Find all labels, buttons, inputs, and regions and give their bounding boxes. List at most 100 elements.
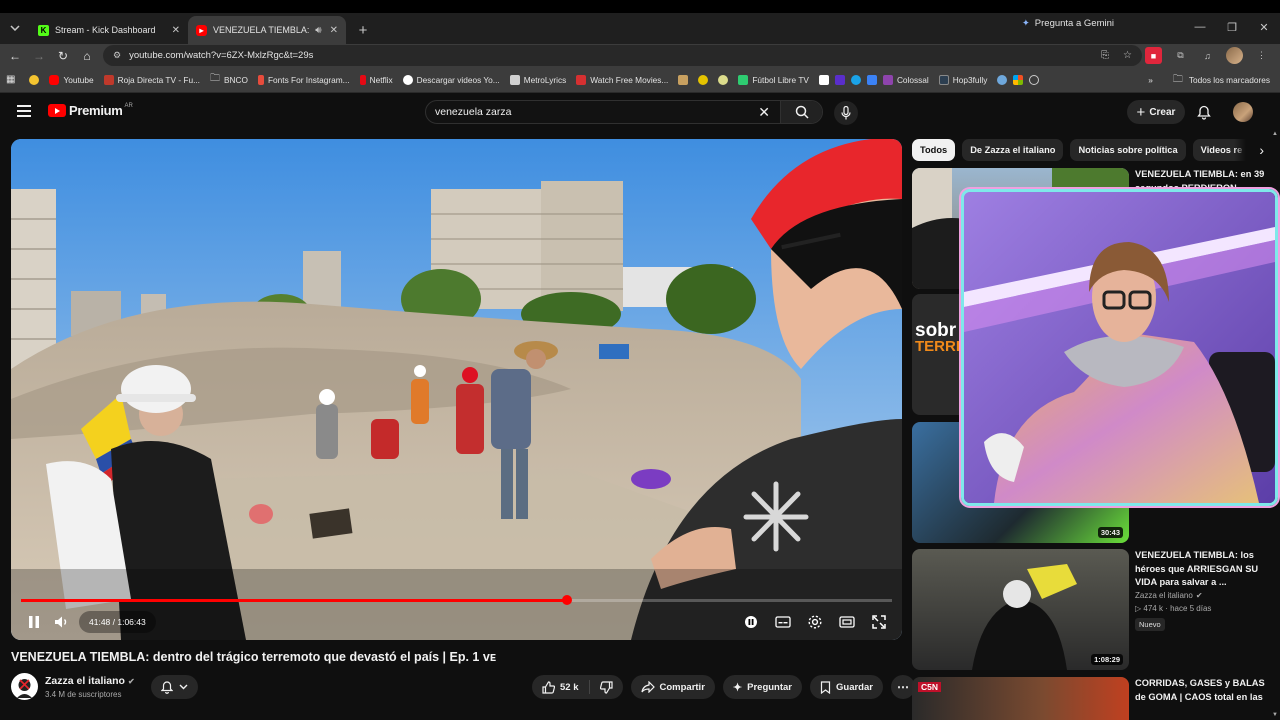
chip-channel[interactable]: De Zazza el italiano <box>962 139 1064 161</box>
thumbnail-channel-label: C5N <box>918 682 942 692</box>
close-tab-icon[interactable]: ✕ <box>330 25 338 36</box>
channel-name-link[interactable]: Zazza el italiano ✔ <box>45 675 135 687</box>
recommendation-title[interactable]: CORRIDAS, GASES y BALAS de GOMA | CAOS t… <box>1135 677 1265 704</box>
bookmark-colossal[interactable]: Colossal <box>882 74 929 85</box>
netflix-icon <box>359 74 366 85</box>
site-info-icon[interactable]: ⚙ <box>113 50 121 61</box>
like-button[interactable]: 52 k <box>532 680 590 694</box>
bookmark-icon <box>866 74 877 85</box>
recommendation-channel[interactable]: Zazza el italiano ✔ <box>1135 591 1203 600</box>
speaker-icon[interactable]: 🔊︎ <box>315 25 321 36</box>
restore-icon[interactable]: ❐ <box>1216 15 1248 39</box>
browser-tab-bar: K Stream - Kick Dashboard ✕ ▸ VENEZUELA … <box>0 13 1280 44</box>
install-app-icon[interactable]: ⎘ <box>1101 50 1109 61</box>
scroll-up-icon[interactable]: ▲ <box>1272 131 1280 139</box>
progress-bar[interactable] <box>21 595 892 605</box>
bookmark-misc-8[interactable] <box>997 74 1008 85</box>
media-controls-icon[interactable]: ♫ <box>1199 47 1216 64</box>
autoplay-toggle[interactable] <box>740 611 762 633</box>
volume-button[interactable] <box>51 611 73 633</box>
bookmark-descargar[interactable]: Descargar videos Yo... <box>402 74 500 85</box>
settings-button[interactable] <box>804 611 826 633</box>
bookmark-folder-bnco[interactable]: 🗀 BNCO <box>210 71 248 88</box>
profile-avatar-icon[interactable] <box>1226 47 1243 64</box>
close-tab-icon[interactable]: ✕ <box>172 25 180 36</box>
account-avatar[interactable] <box>1233 102 1253 122</box>
bookmark-netflix[interactable]: Netflix <box>359 74 393 85</box>
chips-next-button[interactable]: › <box>1234 139 1264 161</box>
bookmark-emoji[interactable] <box>29 74 40 85</box>
theater-mode-button[interactable] <box>836 611 858 633</box>
pause-button[interactable] <box>23 611 45 633</box>
chevron-down-icon <box>179 684 188 690</box>
close-window-icon[interactable]: ✕ <box>1248 15 1280 39</box>
bookmark-star-icon[interactable]: ☆ <box>1123 50 1132 61</box>
notifications-button[interactable] <box>1197 105 1211 125</box>
minimize-icon[interactable]: — <box>1184 15 1216 39</box>
create-button[interactable]: + Crear <box>1127 100 1185 124</box>
extension-icon[interactable]: ■ <box>1145 47 1162 64</box>
bookmark-misc-5[interactable] <box>834 74 845 85</box>
tab-search-button[interactable] <box>4 17 26 39</box>
gemini-button[interactable]: ✦ Pregunta a Gemini <box>1022 18 1114 29</box>
reload-icon[interactable]: ↻ <box>51 49 75 63</box>
url-bar[interactable]: ⚙ youtube.com/watch?v=6ZX-MxlzRgc&t=29s … <box>103 45 1142 66</box>
fullscreen-button[interactable] <box>868 611 890 633</box>
forward-icon[interactable]: → <box>27 49 51 63</box>
bookmark-misc-9[interactable] <box>1013 74 1024 85</box>
bookmark-misc-6[interactable] <box>850 74 861 85</box>
bookmark-fonts[interactable]: Fonts For Instagram... <box>257 74 350 85</box>
bookmark-misc-3[interactable] <box>718 74 729 85</box>
bookmark-youtube[interactable]: Youtube <box>49 74 94 85</box>
bookmark-misc-10[interactable] <box>1029 74 1040 85</box>
back-icon[interactable]: ← <box>3 49 27 63</box>
scroll-down-icon[interactable]: ▼ <box>1272 712 1280 720</box>
like-dislike-group: 52 k <box>532 675 623 699</box>
bookmark-futbol[interactable]: Fútbol Libre TV <box>738 74 809 85</box>
browser-tab-kick[interactable]: K Stream - Kick Dashboard ✕ <box>30 16 188 44</box>
browser-tab-youtube[interactable]: ▸ VENEZUELA TIEMBLA: dent 🔊︎ ✕ <box>188 16 346 44</box>
recommendation-title[interactable]: VENEZUELA TIEMBLA: los héroes que ARRIES… <box>1135 549 1265 590</box>
dislike-button[interactable] <box>590 680 623 694</box>
channel-name: Zazza el italiano <box>1135 591 1193 600</box>
globe-icon <box>1029 74 1040 85</box>
new-tab-button[interactable]: + <box>352 19 374 41</box>
search-input[interactable]: venezuela zarza <box>426 106 758 118</box>
recommendation-thumbnail[interactable]: C5N <box>912 677 1129 720</box>
recommendation-thumbnail[interactable]: 1:08:29 <box>912 549 1129 670</box>
bookmark-misc-2[interactable] <box>698 74 709 85</box>
scrubber-handle[interactable] <box>561 595 572 605</box>
clear-search-icon[interactable]: ✕ <box>758 104 770 121</box>
subscription-notifications-button[interactable] <box>151 675 198 699</box>
chip-all[interactable]: Todos <box>912 139 956 161</box>
youtube-premium-logo[interactable]: Premium AR <box>48 103 133 118</box>
more-bookmarks-icon[interactable]: » <box>1148 75 1153 85</box>
channel-avatar[interactable] <box>11 673 38 700</box>
video-player[interactable]: 41:48 / 1:06:43 <box>11 139 902 640</box>
theater-icon <box>839 616 855 628</box>
chip-politics[interactable]: Noticias sobre política <box>1070 139 1186 161</box>
voice-search-button[interactable] <box>834 101 858 125</box>
menu-icon[interactable] <box>17 105 31 117</box>
thumbs-up-icon <box>542 680 555 694</box>
ask-button[interactable]: ✦ Preguntar <box>722 675 802 699</box>
bookmark-movies[interactable]: Watch Free Movies... <box>576 74 668 85</box>
webcam-image <box>964 192 1275 503</box>
search-button[interactable] <box>780 101 822 123</box>
futbol-icon <box>738 74 749 85</box>
apps-grid-icon[interactable]: ▦ <box>6 74 15 85</box>
bookmark-roja[interactable]: Roja Directa TV - Fu... <box>103 74 200 85</box>
bookmark-hop3fully[interactable]: Hop3fully <box>938 74 987 85</box>
home-icon[interactable]: ⌂ <box>75 49 99 63</box>
share-button[interactable]: Compartir <box>630 675 715 699</box>
bookmark-misc-1[interactable] <box>678 74 689 85</box>
bookmark-metrolyrics[interactable]: MetroLyrics <box>509 74 566 85</box>
kebab-menu-icon[interactable]: ⋮ <box>1253 47 1270 64</box>
bookmark-misc-7[interactable] <box>866 74 877 85</box>
page-scrollbar[interactable]: ▲ ▼ <box>1272 131 1280 720</box>
all-bookmarks-link[interactable]: Todos los marcadores <box>1189 75 1270 85</box>
puzzle-icon[interactable]: ⧉ <box>1172 47 1189 64</box>
save-button[interactable]: Guardar <box>810 675 883 699</box>
bookmark-misc-4[interactable] <box>818 74 829 85</box>
subtitles-button[interactable] <box>772 611 794 633</box>
